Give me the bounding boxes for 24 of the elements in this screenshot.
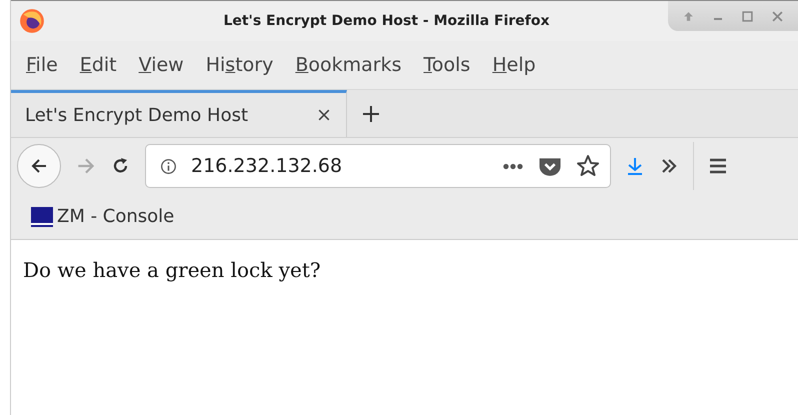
menu-item[interactable]: File <box>19 54 73 76</box>
back-button[interactable] <box>17 144 61 188</box>
new-tab-icon[interactable] <box>361 104 381 124</box>
menu-item[interactable]: Edit <box>72 54 132 76</box>
close-icon[interactable] <box>318 109 330 121</box>
window-title: Let's Encrypt Demo Host - Mozilla Firefox <box>222 13 551 29</box>
download-icon[interactable] <box>625 156 645 176</box>
menu-icon[interactable] <box>708 156 728 176</box>
star-icon[interactable] <box>576 154 600 178</box>
firefox-logo-icon <box>19 8 45 34</box>
more-icon[interactable] <box>502 162 524 170</box>
pocket-icon[interactable] <box>538 156 562 176</box>
menu-item[interactable]: View <box>132 54 199 76</box>
bookmark-favicon-icon <box>31 206 53 226</box>
maximize-icon[interactable] <box>742 10 753 22</box>
url-field[interactable]: 216.232.132.68 <box>145 144 611 188</box>
bookmark-item[interactable]: ZM - Console <box>31 206 174 227</box>
menu-item[interactable]: Tools <box>416 54 486 76</box>
info-icon[interactable] <box>160 158 177 174</box>
menu-item[interactable]: Bookmarks <box>288 54 417 76</box>
browser-tab[interactable]: Let's Encrypt Demo Host <box>11 90 347 137</box>
menu-item[interactable]: Help <box>485 54 551 76</box>
page-text: Do we have a green lock yet? <box>23 258 322 282</box>
menu-item[interactable]: History <box>198 54 288 76</box>
